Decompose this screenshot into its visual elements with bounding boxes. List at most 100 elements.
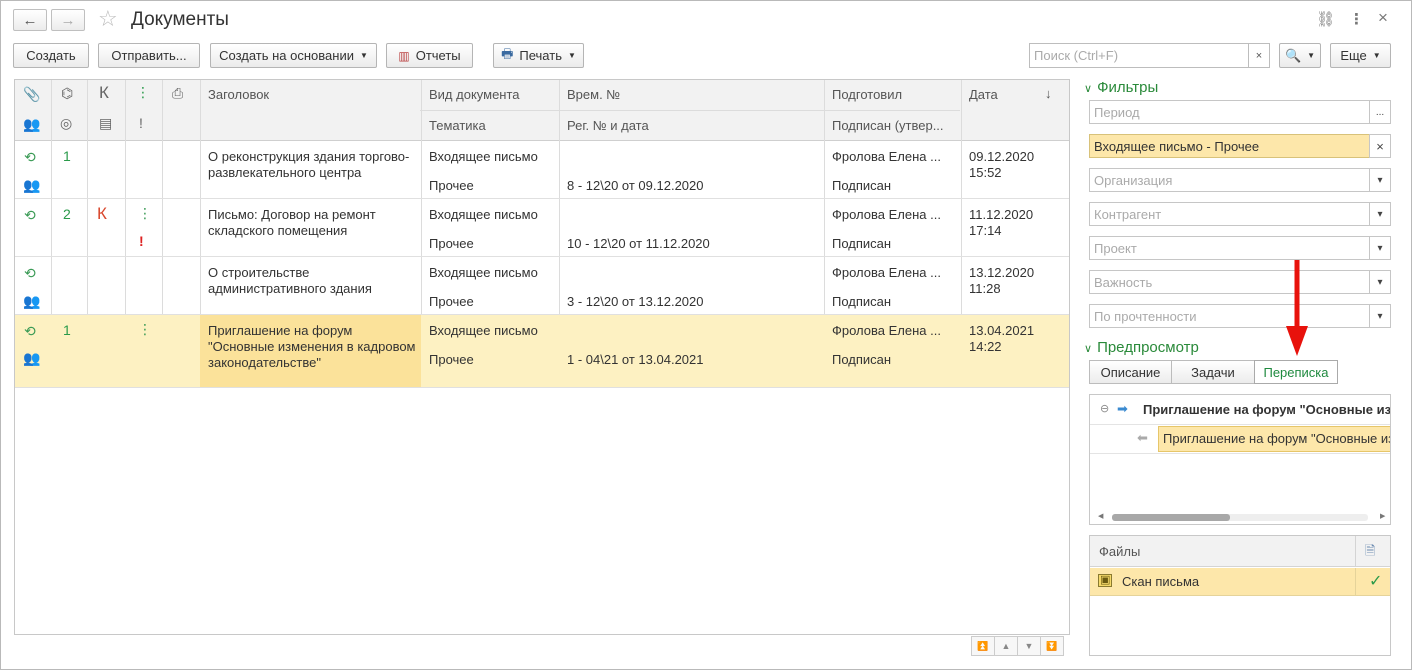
tab-correspondence[interactable]: Переписка bbox=[1254, 360, 1338, 384]
scroll-left-icon[interactable]: ◀ bbox=[1098, 512, 1103, 520]
send-button[interactable]: Отправить... bbox=[98, 43, 200, 68]
table-row-selected[interactable]: ⟲ 👥 1 ⋮ Приглашение на форум "Основные и… bbox=[15, 315, 1069, 388]
header-doc-type[interactable]: Вид документа bbox=[429, 87, 520, 102]
last-page-icon[interactable]: ⏬ bbox=[1040, 636, 1064, 656]
create-based-label: Создать на основании bbox=[219, 48, 354, 63]
doc-type-clear-button[interactable]: × bbox=[1369, 134, 1391, 158]
importance-dropdown[interactable]: ▾ bbox=[1369, 270, 1391, 294]
users-icon: 👥 bbox=[23, 350, 41, 366]
hierarchy-icon[interactable]: ⌬ bbox=[61, 85, 73, 102]
importance-icon[interactable]: ! bbox=[139, 115, 143, 131]
file-row[interactable]: ▣ Скан письма ✓ bbox=[1090, 568, 1390, 596]
star-icon[interactable]: ☆ bbox=[98, 8, 118, 30]
dropdown-icon: ▾ bbox=[1377, 310, 1383, 322]
incoming-doc-icon: ⟲ bbox=[24, 323, 36, 339]
collapse-icon[interactable]: ⊖ bbox=[1100, 402, 1109, 415]
count-cell: 1 bbox=[63, 322, 71, 338]
counterparty-field[interactable]: Контрагент bbox=[1089, 202, 1370, 226]
paperclip-icon[interactable]: 📎 bbox=[23, 86, 40, 103]
organization-field[interactable]: Организация bbox=[1089, 168, 1370, 192]
close-icon[interactable]: × bbox=[1378, 8, 1388, 28]
scroll-right-icon[interactable]: ▶ bbox=[1380, 512, 1385, 520]
read-status-dropdown[interactable]: ▾ bbox=[1369, 304, 1391, 328]
tab-tasks[interactable]: Задачи bbox=[1171, 360, 1255, 384]
create-based-button[interactable]: Создать на основании ▼ bbox=[210, 43, 377, 68]
dropdown-icon: ▾ bbox=[1377, 276, 1383, 288]
header-title[interactable]: Заголовок bbox=[208, 87, 269, 102]
header-reg-no[interactable]: Рег. № и дата bbox=[567, 118, 649, 133]
header-date[interactable]: Дата bbox=[969, 87, 998, 102]
users-icon[interactable]: 👥 bbox=[23, 116, 40, 133]
table-header: 📎 ⌬ К ⋮ ⎙ Заголовок Вид документа Врем. … bbox=[15, 80, 1069, 141]
documents-table: 📎 ⌬ К ⋮ ⎙ Заголовок Вид документа Врем. … bbox=[14, 79, 1070, 635]
correspondence-item-root[interactable]: Приглашение на форум "Основные из bbox=[1143, 402, 1390, 417]
first-page-icon[interactable]: ⏫ bbox=[971, 636, 995, 656]
dropdown-icon: ▾ bbox=[1377, 208, 1383, 220]
search-placeholder: Поиск (Ctrl+F) bbox=[1034, 48, 1119, 63]
filters-section[interactable]: ∨ Фильтры bbox=[1084, 79, 1158, 96]
counterparty-dropdown[interactable]: ▾ bbox=[1369, 202, 1391, 226]
reg-no-cell: 1 - 04\21 от 13.04.2021 bbox=[567, 352, 704, 367]
caret-down-icon: ▼ bbox=[1372, 51, 1381, 60]
task-tree-icon: ⋮ bbox=[138, 321, 152, 337]
project-dropdown[interactable]: ▾ bbox=[1369, 236, 1391, 260]
page-up-icon[interactable]: ▲ bbox=[994, 636, 1018, 656]
red-arrow-annotation bbox=[1286, 260, 1308, 356]
header-subject[interactable]: Тематика bbox=[429, 118, 486, 133]
scrollbar-thumb[interactable] bbox=[1112, 514, 1230, 521]
header-signed[interactable]: Подписан (утвер... bbox=[832, 118, 944, 133]
incoming-doc-icon: ⟲ bbox=[24, 149, 36, 165]
reports-button[interactable]: ▥ Отчеты bbox=[386, 43, 473, 68]
table-row[interactable]: ⟲ 2 К ⋮ ! Письмо: Договор на ремонт скла… bbox=[15, 199, 1069, 257]
period-field[interactable]: Период bbox=[1089, 100, 1370, 124]
read-status-field[interactable]: По прочтенности bbox=[1089, 304, 1370, 328]
search-clear-button[interactable]: × bbox=[1248, 43, 1270, 68]
clear-icon: × bbox=[1376, 138, 1384, 154]
header-prepared[interactable]: Подготовил bbox=[832, 87, 902, 102]
organization-dropdown[interactable]: ▾ bbox=[1369, 168, 1391, 192]
read-status-placeholder: По прочтенности bbox=[1094, 309, 1197, 324]
table-row[interactable]: ⟲ 👥 1 О реконструкция здания торгово-раз… bbox=[15, 141, 1069, 199]
tree-divider bbox=[1090, 453, 1390, 454]
k-column-icon[interactable]: К bbox=[99, 83, 109, 103]
tab-description[interactable]: Описание bbox=[1089, 360, 1172, 384]
more-icon[interactable]: ⋮ bbox=[1349, 10, 1364, 28]
back-button[interactable]: ← bbox=[13, 9, 47, 31]
project-field[interactable]: Проект bbox=[1089, 236, 1370, 260]
organization-placeholder: Организация bbox=[1094, 173, 1173, 188]
task-tree-icon[interactable]: ⋮ bbox=[136, 84, 150, 101]
horizontal-scrollbar[interactable] bbox=[1112, 514, 1368, 521]
more-button[interactable]: Еще ▼ bbox=[1330, 43, 1391, 68]
project-placeholder: Проект bbox=[1094, 241, 1137, 256]
print-button[interactable]: 🖶 Печать ▼ bbox=[493, 43, 584, 68]
link-icon[interactable]: ⛓ bbox=[1316, 10, 1335, 28]
register-icon[interactable]: ▤ bbox=[99, 115, 112, 132]
tab-correspondence-label: Переписка bbox=[1263, 364, 1329, 380]
preview-title: Предпросмотр bbox=[1097, 339, 1199, 356]
importance-placeholder: Важность bbox=[1094, 275, 1153, 290]
subject-cell: Прочее bbox=[429, 294, 474, 309]
date-cell: 09.12.2020 bbox=[969, 149, 1035, 164]
reports-label: Отчеты bbox=[415, 48, 461, 63]
preview-section[interactable]: ∨ Предпросмотр bbox=[1084, 339, 1199, 356]
importance-field[interactable]: Важность bbox=[1089, 270, 1370, 294]
correspondence-item-selected[interactable]: Приглашение на форум "Основные из bbox=[1158, 426, 1390, 452]
filters-title: Фильтры bbox=[1097, 79, 1159, 96]
doc-type-filter-field[interactable]: Входящее письмо - Прочее bbox=[1089, 134, 1370, 158]
circle-icon[interactable]: ◎ bbox=[60, 115, 72, 132]
send-label: Отправить... bbox=[111, 48, 187, 63]
search-button[interactable]: 🔍 ▼ bbox=[1279, 43, 1321, 68]
period-select-button[interactable]: ... bbox=[1369, 100, 1391, 124]
table-row[interactable]: ⟲ 👥 О строительстве административного зд… bbox=[15, 257, 1069, 315]
header-temp-no[interactable]: Врем. № bbox=[567, 87, 620, 102]
sort-arrow-icon[interactable]: ↓ bbox=[1045, 86, 1052, 101]
forward-button[interactable]: → bbox=[51, 9, 85, 31]
correspondence-tree: ⊖ ➡ Приглашение на форум "Основные из ⬅ … bbox=[1089, 394, 1391, 525]
search-input[interactable]: Поиск (Ctrl+F) bbox=[1029, 43, 1249, 68]
arrow-right-icon: → bbox=[60, 11, 76, 29]
create-button[interactable]: Создать bbox=[13, 43, 89, 68]
stamp-icon[interactable]: ⎙ bbox=[172, 85, 183, 102]
page-down-icon[interactable]: ▼ bbox=[1017, 636, 1041, 656]
file-attach-icon[interactable]: 🗎 bbox=[1365, 542, 1375, 564]
tree-divider bbox=[1090, 424, 1390, 425]
